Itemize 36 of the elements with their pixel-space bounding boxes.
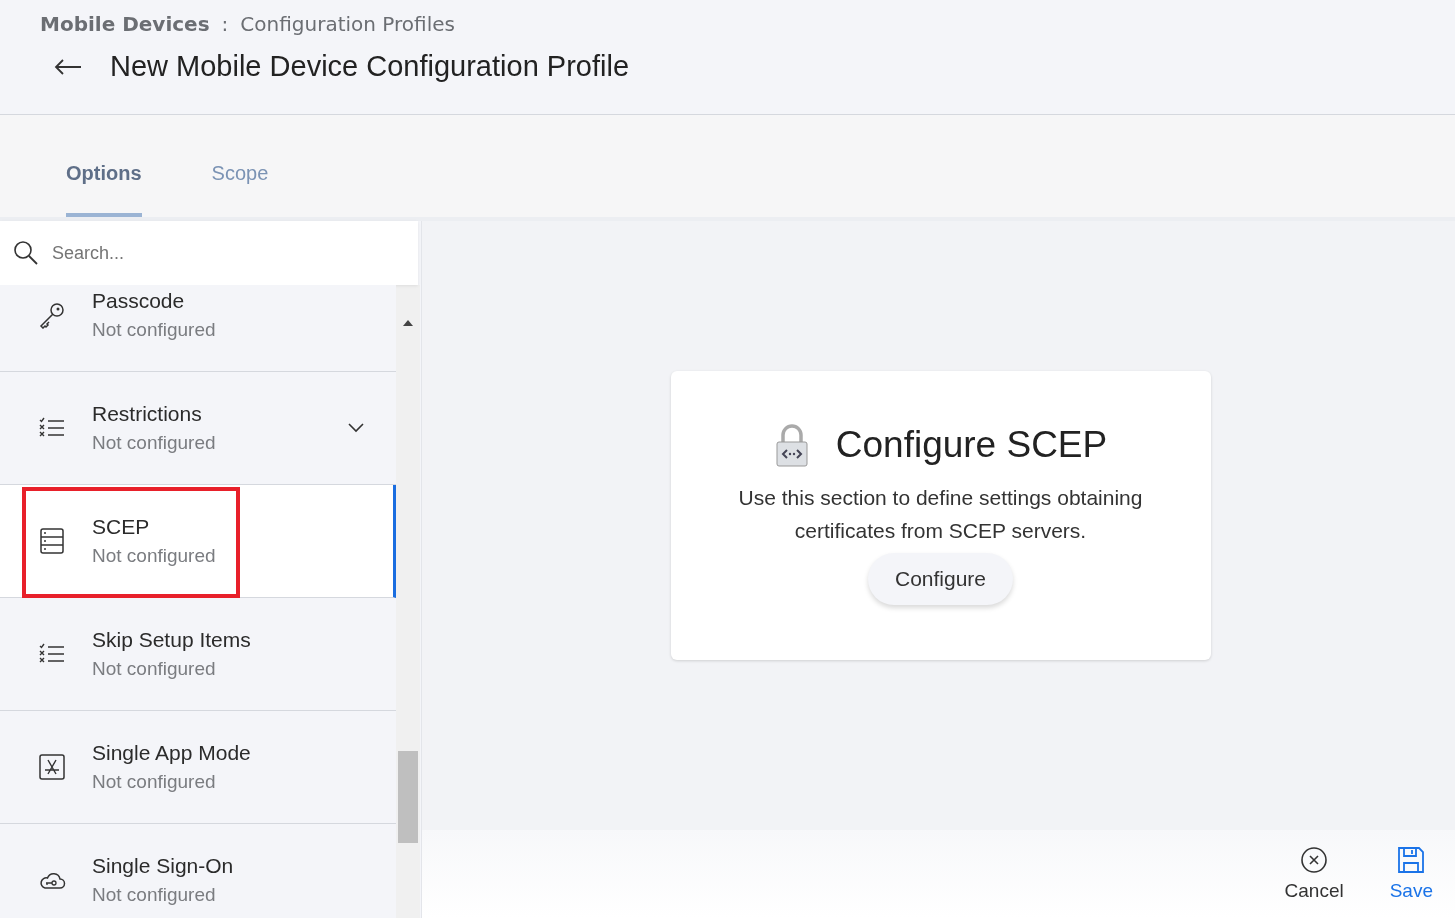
scroll-up-icon[interactable] [402, 319, 414, 327]
card-description: Use this section to define settings obtaining certificates from SCEP servers. [737, 485, 1144, 544]
payload-status: Not configured [92, 545, 217, 567]
payload-status: Not configured [92, 771, 217, 793]
payload-status: Not configured [92, 432, 217, 454]
card-title: Configure SCEP [835, 424, 1108, 466]
back-arrow-icon[interactable] [54, 58, 82, 75]
scrollbar-thumb[interactable] [398, 751, 418, 843]
payload-name: Single Sign-On [92, 854, 235, 878]
payload-name: Single App Mode [92, 741, 252, 765]
payload-item[interactable]: SCEP Not configured [0, 485, 396, 598]
app-store-icon [38, 753, 66, 781]
payload-status: Not configured [92, 658, 217, 680]
search-field[interactable]: Search... [0, 221, 418, 285]
cancel-icon [1300, 846, 1329, 874]
page-title: New Mobile Device Configuration Profile [110, 50, 629, 83]
tab[interactable]: Options [66, 162, 142, 217]
save-button[interactable]: Save [1389, 846, 1433, 902]
chevron-icon[interactable] [348, 423, 364, 433]
payload-name: Skip Setup Items [92, 628, 252, 652]
payload-name: Restrictions [92, 402, 203, 426]
save-icon [1397, 846, 1426, 874]
configure-button[interactable]: Configure [867, 553, 1014, 605]
payload-name: Passcode [92, 289, 186, 313]
breadcrumb-separator: : [221, 12, 229, 36]
padlock-icon [773, 423, 810, 467]
scrollbar[interactable] [396, 285, 420, 918]
breadcrumb-current: Configuration Profiles [240, 12, 455, 36]
payload-name: SCEP [92, 515, 151, 539]
search-icon [13, 240, 39, 266]
payload-status: Not configured [92, 319, 217, 341]
breadcrumb-link[interactable]: Mobile Devices [40, 12, 210, 36]
key-icon [38, 301, 66, 329]
payload-status: Not configured [92, 884, 217, 906]
cancel-button[interactable]: Cancel [1284, 846, 1344, 902]
server-icon [38, 527, 66, 555]
